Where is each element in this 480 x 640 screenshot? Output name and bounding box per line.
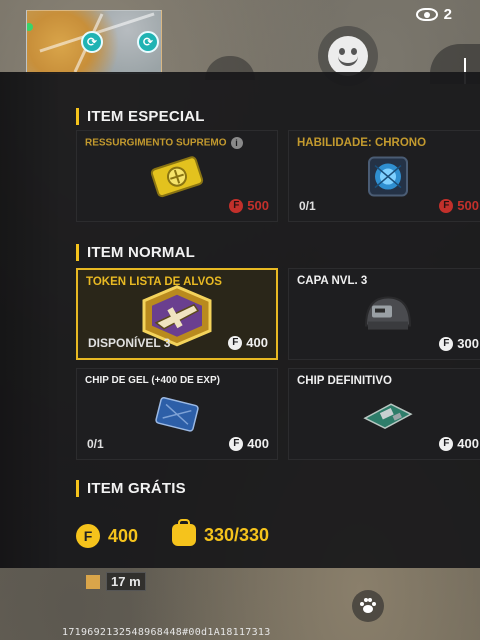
debug-id-text: 1719692132548968448#00d1A18117313 (62, 627, 271, 638)
item-card-token-lista[interactable]: TOKEN LISTA DE ALVOS DISPONÍVEL 3 F 400 (76, 268, 278, 360)
coin-icon: F (76, 524, 100, 548)
section-normal-title: ITEM NORMAL (76, 244, 195, 261)
section-accent-bar (76, 244, 79, 261)
coin-balance: F 400 (76, 524, 138, 548)
panel-shadow (0, 72, 62, 568)
spectator-count: 2 (443, 6, 452, 23)
item-price-value: 400 (246, 335, 268, 350)
coin-icon: F (439, 198, 454, 213)
item-price-value: 400 (247, 436, 269, 451)
minimap[interactable]: ⟳ ⟳ (26, 10, 162, 74)
item-name: CHIP DE GEL (+400 DE EXP) (85, 375, 220, 386)
item-price-value: 500 (457, 198, 479, 213)
minimap-marker-icon: ⟳ (81, 31, 103, 53)
eye-icon (415, 8, 438, 21)
item-price: F 400 (229, 436, 269, 451)
backpack-capacity-value: 330/330 (204, 524, 270, 545)
distance-value: 17 m (106, 572, 146, 591)
section-free-title: ITEM GRÁTIS (76, 480, 186, 497)
section-normal-label: ITEM NORMAL (87, 244, 196, 261)
coin-balance-value: 400 (108, 525, 139, 546)
item-price: F 500 (229, 198, 269, 213)
chrono-skill-icon (363, 154, 413, 205)
teammate-distance: 17 m (86, 572, 146, 591)
item-name-text: RESSURGIMENTO SUPREMO (85, 137, 227, 149)
teammate-marker-icon (86, 574, 100, 589)
item-card-chip-definitivo[interactable]: CHIP DEFINITIVO F 400 (288, 368, 480, 460)
coin-icon: F (228, 335, 243, 350)
player-dot (27, 23, 33, 31)
section-accent-bar (76, 480, 79, 497)
item-card-chip-gel[interactable]: CHIP DE GEL (+400 DE EXP) 0/1 F 400 (76, 368, 278, 460)
item-name: HABILIDADE: CHRONO (297, 137, 427, 149)
smiley-icon (328, 36, 368, 76)
backpack-icon (172, 519, 196, 546)
item-price: F 400 (228, 335, 268, 350)
minimap-marker-icon: ⟳ (137, 31, 159, 53)
gel-chip-icon (148, 393, 206, 440)
item-count: 0/1 (87, 437, 104, 451)
item-price: F 500 (439, 198, 479, 213)
coin-icon: F (229, 436, 244, 451)
section-special-title: ITEM ESPECIAL (76, 108, 205, 125)
item-card-ressurgimento[interactable]: RESSURGIMENTO SUPREMO i F 500 (76, 130, 278, 222)
section-accent-bar (76, 108, 79, 125)
paw-icon (360, 598, 376, 613)
item-price-value: 300 (457, 336, 479, 351)
item-price: F 400 (439, 436, 479, 451)
item-count: 0/1 (299, 199, 316, 213)
backpack-capacity: 330/330 (172, 519, 270, 546)
section-free-label: ITEM GRÁTIS (87, 480, 186, 497)
item-price-value: 400 (457, 436, 479, 451)
coin-icon: F (439, 336, 454, 351)
info-icon[interactable]: i (230, 137, 243, 149)
item-price-value: 500 (247, 198, 269, 213)
item-name: CAPA NVL. 3 (297, 275, 368, 287)
coin-icon: F (229, 198, 244, 213)
revive-card-icon (148, 153, 206, 206)
item-name: RESSURGIMENTO SUPREMO i (85, 137, 243, 149)
pet-skill-button[interactable] (352, 590, 384, 622)
helmet-icon (358, 292, 418, 343)
shop-panel: ITEM ESPECIAL RESSURGIMENTO SUPREMO i F 5… (0, 72, 480, 568)
item-price: F 300 (439, 336, 479, 351)
spectator-counter: 2 (415, 6, 452, 23)
item-card-chrono[interactable]: HABILIDADE: CHRONO 0/1 F 500 (288, 130, 480, 222)
item-count: DISPONÍVEL 3 (88, 336, 171, 350)
coin-icon: F (439, 436, 454, 451)
item-card-capa[interactable]: CAPA NVL. 3 F 300 (288, 268, 480, 360)
section-special-label: ITEM ESPECIAL (87, 108, 205, 125)
circuit-chip-icon (359, 394, 417, 439)
item-name: CHIP DEFINITIVO (297, 375, 392, 387)
